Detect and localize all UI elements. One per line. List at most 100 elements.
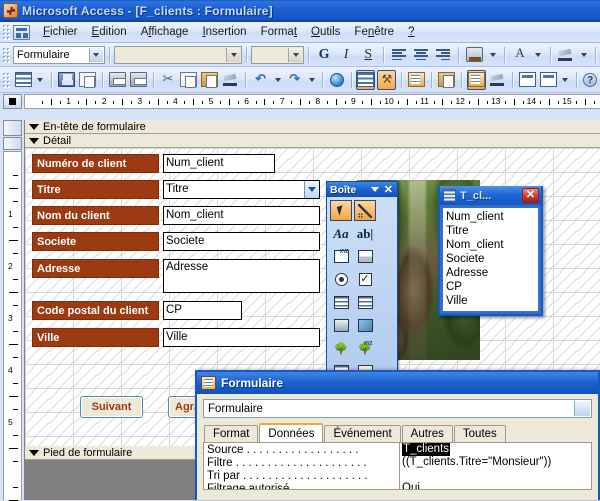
toolbox-icon[interactable]: ⚒ — [377, 69, 397, 90]
property-value[interactable] — [399, 469, 591, 482]
list-box-tool[interactable] — [354, 292, 376, 313]
line-color-dropdown[interactable] — [578, 45, 590, 65]
textbox-tool[interactable]: ab| — [354, 223, 376, 244]
menubar-gripper[interactable] — [2, 24, 10, 40]
section-selector-header[interactable] — [3, 120, 22, 136]
list-item[interactable]: Nom_client — [446, 238, 535, 252]
code-icon[interactable] — [437, 70, 456, 90]
font-name-combo[interactable] — [113, 45, 243, 64]
menu-item-help[interactable]: ? — [401, 24, 421, 40]
label-titre[interactable]: Titre — [32, 180, 159, 199]
band-header-formulaire[interactable]: En-tête de formulaire — [25, 120, 600, 134]
option-button-tool[interactable] — [330, 269, 352, 290]
tab-toutes[interactable]: Toutes — [453, 425, 506, 442]
properties-object-selector[interactable]: Formulaire — [203, 399, 592, 418]
properties-table[interactable]: Source . . . . . . . . . . . . . . . . .… — [203, 442, 592, 490]
object-select-combo[interactable]: Formulaire — [13, 45, 105, 64]
properties-title-bar[interactable]: Formulaire — [197, 372, 598, 394]
command-button-tool[interactable] — [330, 315, 352, 336]
cut-icon[interactable]: ✂ — [158, 70, 177, 90]
chevron-down-icon[interactable] — [88, 47, 103, 62]
check-box-tool[interactable]: ✓ — [354, 269, 376, 290]
textbox-ville[interactable]: Ville — [163, 328, 320, 347]
button-suivant[interactable]: Suivant — [80, 396, 143, 418]
new-object-icon[interactable] — [539, 70, 558, 90]
properties-dialog[interactable]: Formulaire Formulaire Format Données Évé… — [195, 370, 600, 500]
menu-item-fenetre[interactable]: Fenêtre — [347, 24, 401, 40]
label-code-postal-du-client[interactable]: Code postal du client — [32, 301, 159, 320]
standard-toolbar-gripper[interactable] — [2, 71, 10, 88]
redo-dropdown[interactable] — [306, 70, 317, 90]
combobox-titre[interactable]: Titre — [163, 180, 320, 199]
property-row-tri-par[interactable]: Tri par . . . . . . . . . . . . . . . . … — [204, 469, 591, 482]
search-icon[interactable] — [78, 70, 97, 90]
database-window-icon[interactable] — [518, 70, 537, 90]
formatting-toolbar-gripper[interactable] — [2, 46, 10, 63]
format-painter-icon[interactable] — [221, 70, 240, 90]
property-row-source[interactable]: Source . . . . . . . . . . . . . . . . .… — [204, 443, 591, 456]
menu-item-insertion[interactable]: Insertion — [195, 24, 253, 40]
tab-autres[interactable]: Autres — [401, 425, 453, 442]
list-item[interactable]: Societe — [446, 252, 535, 266]
textbox-num-client[interactable]: Num_client — [163, 154, 275, 173]
autoformat-icon[interactable] — [407, 70, 426, 90]
view-icon[interactable] — [14, 70, 33, 90]
line-color-icon[interactable] — [555, 45, 575, 65]
combo-box-tool[interactable] — [330, 292, 352, 313]
textbox-adresse[interactable]: Adresse — [163, 259, 320, 293]
fill-color-icon[interactable] — [464, 45, 484, 65]
font-color-dropdown[interactable] — [532, 45, 544, 65]
bound-object-frame-tool[interactable]: 🌳 XYZ — [354, 338, 376, 359]
chevron-down-icon[interactable] — [304, 181, 319, 198]
undo-dropdown[interactable] — [272, 70, 283, 90]
redo-icon[interactable]: ↷ — [285, 70, 304, 90]
chevron-down-icon[interactable] — [370, 187, 379, 192]
build-icon[interactable] — [488, 70, 507, 90]
chevron-down-icon[interactable] — [226, 47, 241, 62]
list-item[interactable]: Titre — [446, 224, 535, 238]
menu-item-affichage[interactable]: Affichage — [134, 24, 196, 40]
align-left-icon[interactable] — [389, 45, 409, 65]
properties-icon[interactable] — [466, 69, 486, 90]
paste-icon[interactable] — [200, 70, 219, 90]
list-item[interactable]: Num_client — [446, 210, 535, 224]
tab-evenement[interactable]: Événement — [324, 425, 401, 442]
close-icon[interactable]: ✕ — [384, 184, 393, 195]
unbound-object-frame-tool[interactable]: 🌳 — [330, 338, 352, 359]
fill-color-dropdown[interactable] — [487, 45, 499, 65]
chevron-down-icon[interactable] — [574, 401, 590, 416]
save-icon[interactable] — [57, 70, 76, 90]
menu-item-outils[interactable]: Outils — [304, 24, 347, 40]
tab-donnees[interactable]: Données — [259, 423, 324, 442]
close-icon[interactable]: ✕ — [522, 188, 539, 203]
hyperlink-icon[interactable] — [328, 70, 346, 90]
property-value[interactable]: ((T_clients.Titre="Monsieur")) — [399, 456, 591, 469]
label-nom-du-client[interactable]: Nom du client — [32, 206, 159, 225]
control-wizards-tool[interactable] — [354, 200, 376, 221]
print-icon[interactable] — [108, 70, 127, 90]
font-color-icon[interactable]: A — [510, 45, 530, 65]
window-control-icon[interactable] — [13, 24, 30, 40]
italic-button[interactable]: I — [336, 45, 356, 65]
image-tool[interactable] — [354, 315, 376, 336]
field-list-window[interactable]: T_cl... ✕ Num_client Titre Nom_client So… — [438, 186, 543, 316]
undo-icon[interactable]: ↶ — [251, 70, 270, 90]
bold-button[interactable]: G — [314, 45, 334, 65]
field-list-title-bar[interactable]: T_cl... ✕ — [440, 186, 541, 205]
textbox-nom-client[interactable]: Nom_client — [163, 206, 320, 225]
menu-item-edition[interactable]: Edition — [85, 24, 134, 40]
label-tool[interactable]: Aa — [330, 223, 352, 244]
help-icon[interactable]: ? — [581, 70, 599, 90]
menu-item-format[interactable]: Format — [254, 24, 304, 40]
label-ville[interactable]: Ville — [32, 328, 159, 347]
view-dropdown[interactable] — [35, 70, 46, 90]
vertical-ruler[interactable]: 1 2 3 4 5 — [3, 151, 22, 501]
form-selector-button[interactable] — [3, 94, 22, 109]
section-selector-detail[interactable] — [3, 137, 22, 150]
select-objects-tool[interactable] — [330, 200, 352, 221]
toolbox-title-bar[interactable]: Boîte ✕ — [327, 182, 397, 197]
property-row-filtre[interactable]: Filtre . . . . . . . . . . . . . . . . .… — [204, 456, 591, 469]
menu-item-fichier[interactable]: FFichierichier — [36, 24, 85, 40]
list-item[interactable]: CP — [446, 280, 535, 294]
copy-icon[interactable] — [179, 70, 198, 90]
